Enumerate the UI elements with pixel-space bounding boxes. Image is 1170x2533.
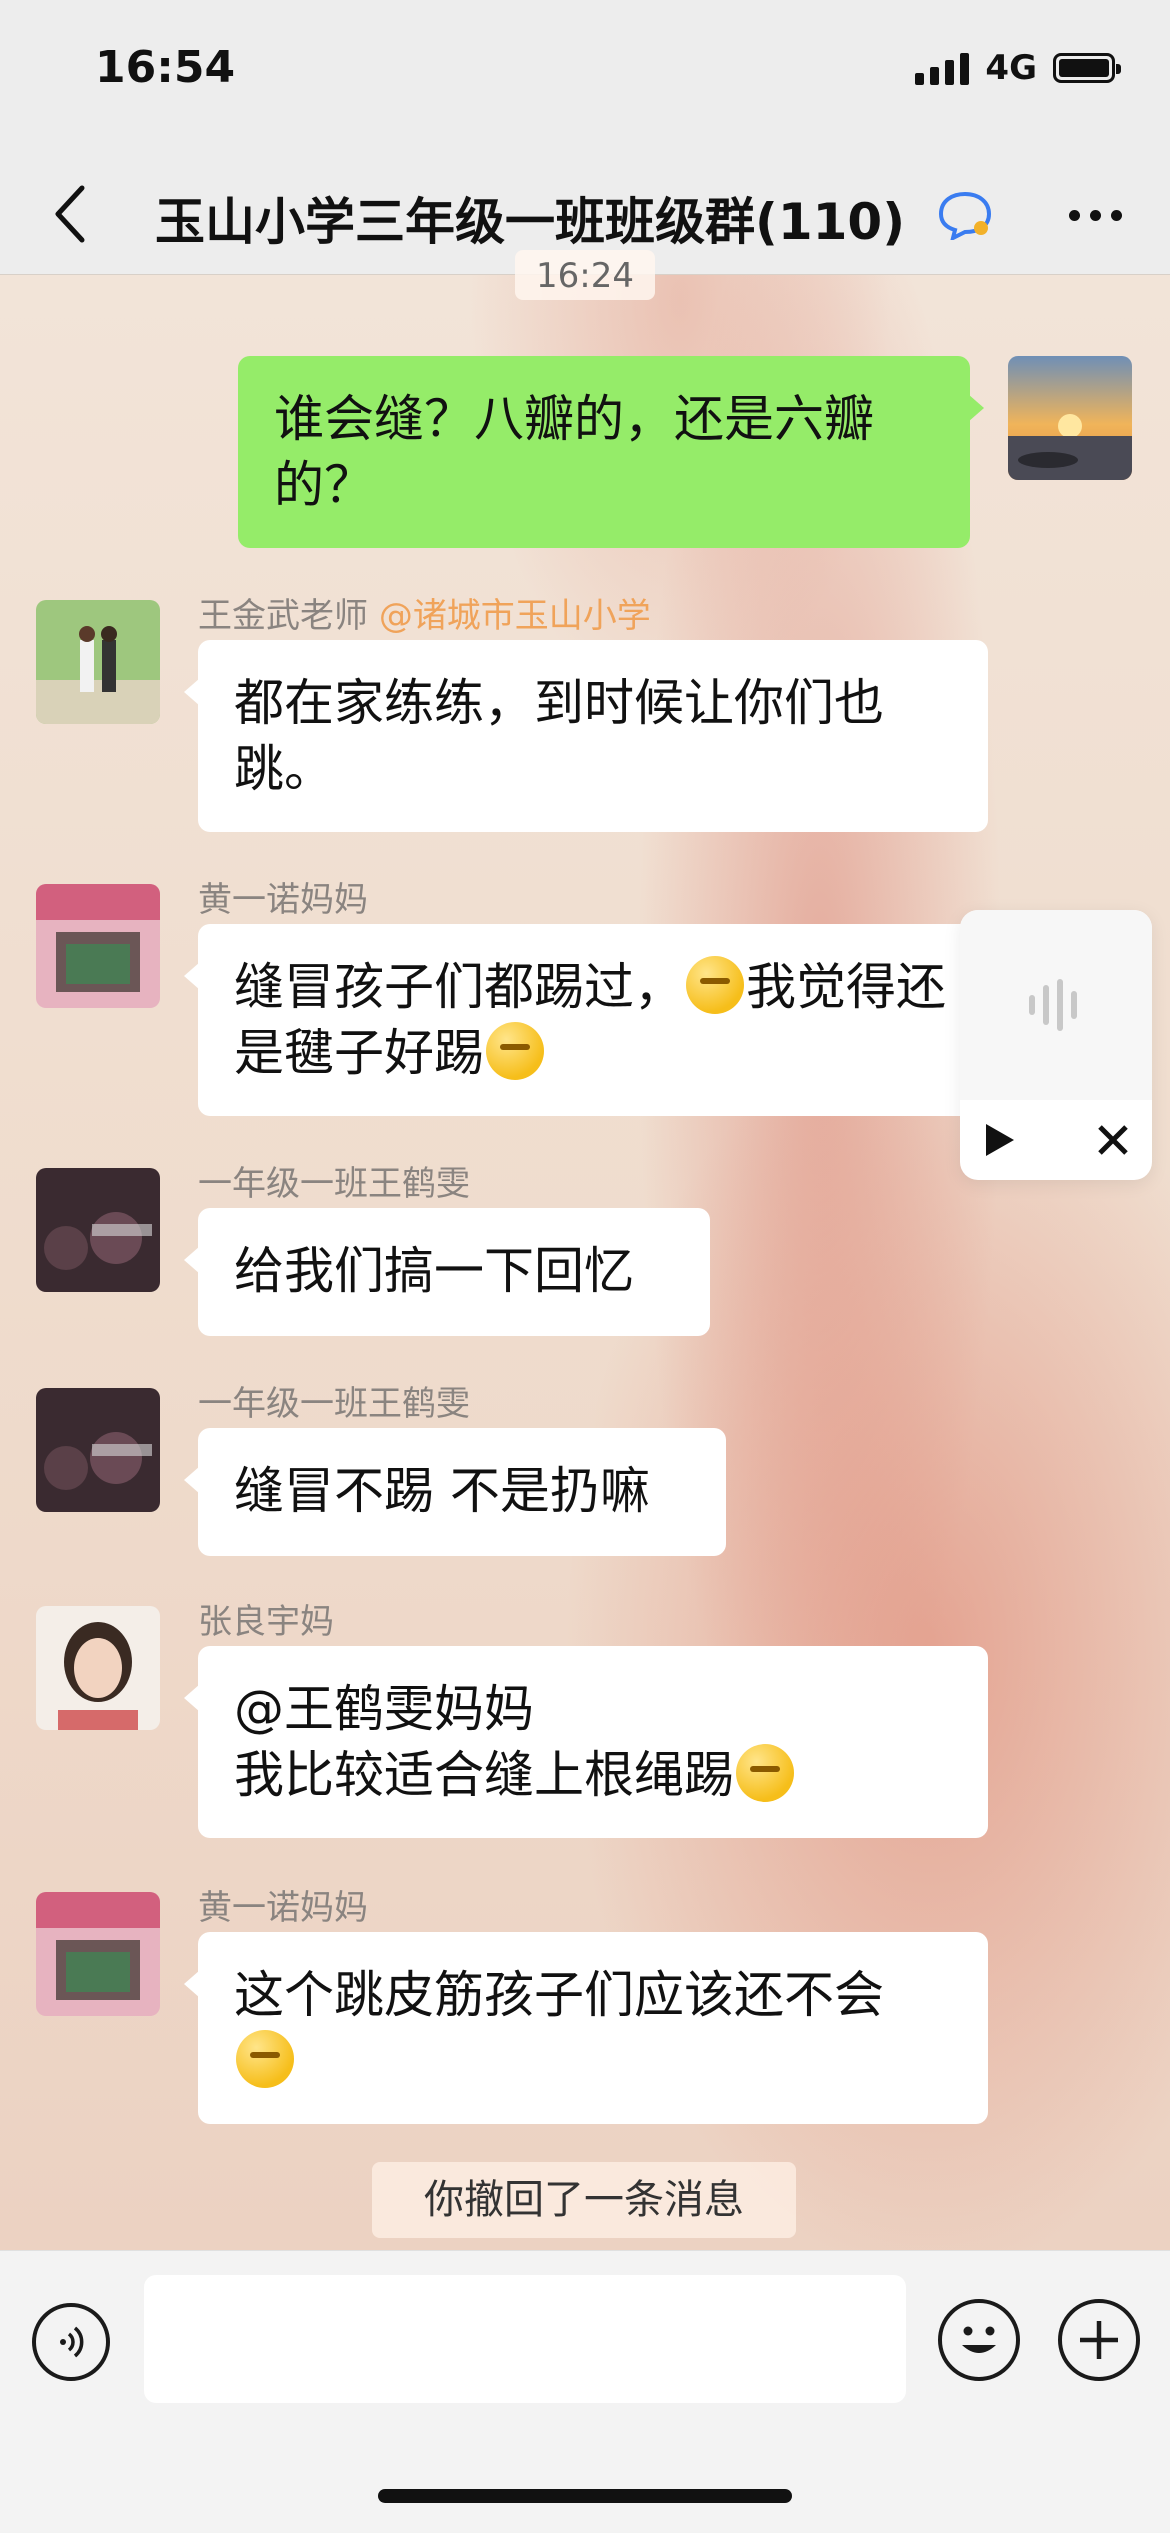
couple-avatar-image	[36, 600, 160, 724]
message-text: 缝冒不踢 不是扔嘛	[234, 1462, 650, 1520]
chat-assistant-icon[interactable]	[935, 190, 995, 240]
message-text: 缝冒孩子们都踢过，	[234, 958, 684, 1016]
plus-button[interactable]	[1058, 2299, 1140, 2381]
sender-name: 黄一诺妈妈	[198, 880, 368, 920]
status-bar: 16:54 4G	[0, 0, 1170, 150]
sender-name: 黄一诺妈妈	[198, 1888, 368, 1928]
sender-org-tag: @诸城市玉山小学	[378, 596, 651, 636]
message-text: 这个跳皮筋孩子们应该还不会	[234, 1966, 884, 2024]
emoji-face-icon	[962, 2326, 996, 2353]
shop-avatar-image	[36, 884, 160, 1008]
sender-avatar[interactable]	[36, 1606, 160, 1730]
thinking-emoji-icon	[486, 1022, 544, 1080]
network-label: 4G	[985, 48, 1037, 88]
message-bubble[interactable]: 都在家练练，到时候让你们也跳。	[184, 640, 988, 832]
crying-laughing-emoji-icon	[736, 1744, 794, 1802]
mention-text: @王鹤雯妈妈	[234, 1680, 534, 1738]
woman-avatar-image	[36, 1606, 160, 1730]
status-time: 16:54	[95, 42, 236, 93]
shop-avatar-image	[36, 1892, 160, 2016]
thinking-emoji-icon	[236, 2030, 294, 2088]
message-text: 都在家练练，到时候让你们也跳。	[234, 674, 884, 798]
voice-icon	[60, 2326, 84, 2358]
thinking-emoji-icon	[686, 956, 744, 1014]
back-button[interactable]	[40, 174, 100, 254]
sender-label: 王金武老师	[198, 596, 368, 636]
waveform-icon	[1029, 979, 1077, 1031]
sender-avatar[interactable]	[36, 600, 160, 724]
sender-name: 王金武老师 @诸城市玉山小学	[198, 588, 651, 637]
sender-name: 一年级一班王鹤雯	[198, 1164, 470, 1204]
dark-avatar-image	[36, 1168, 160, 1292]
battery-icon	[1053, 53, 1121, 83]
message-text: 我比较适合缝上根绳踢	[234, 1746, 734, 1804]
voice-button[interactable]	[32, 2303, 110, 2381]
chat-title: 玉山小学三年级一班班级群(110)	[155, 193, 906, 251]
message-input[interactable]	[144, 2275, 906, 2403]
message-bubble[interactable]: 缝冒不踢 不是扔嘛	[184, 1428, 726, 1556]
sender-avatar[interactable]	[36, 1892, 160, 2016]
sender-avatar[interactable]	[36, 884, 160, 1008]
timestamp-pill: 16:24	[515, 250, 655, 300]
message-bubble[interactable]: @王鹤雯妈妈 我比较适合缝上根绳踢	[184, 1646, 988, 1838]
floating-voice-window[interactable]	[960, 910, 1152, 1180]
close-icon[interactable]	[1096, 1123, 1130, 1157]
dark-avatar-image	[36, 1388, 160, 1512]
sender-avatar[interactable]	[36, 1168, 160, 1292]
signal-icon	[915, 51, 970, 85]
status-indicators: 4G	[915, 48, 1121, 88]
voice-waveform-area	[960, 910, 1152, 1100]
play-icon[interactable]	[982, 1122, 1016, 1158]
recall-notice: 你撤回了一条消息	[372, 2162, 796, 2238]
input-bar	[0, 2250, 1170, 2533]
message-text: 谁会缝？八瓣的，还是六瓣的？	[274, 390, 874, 514]
my-avatar[interactable]	[1008, 356, 1132, 480]
more-dots-icon	[1068, 209, 1080, 221]
emoji-button[interactable]	[938, 2299, 1020, 2381]
chevron-left-icon	[55, 185, 85, 243]
message-text: 给我们搞一下回忆	[234, 1242, 634, 1300]
sender-avatar[interactable]	[36, 1388, 160, 1512]
more-button[interactable]	[1060, 180, 1130, 250]
plus-icon	[1080, 2321, 1118, 2359]
message-bubble[interactable]: 缝冒孩子们都踢过， 我觉得还是毽子好踢	[184, 924, 988, 1116]
message-bubble[interactable]: 给我们搞一下回忆	[184, 1208, 710, 1336]
home-indicator	[378, 2489, 792, 2503]
sender-name: 张良宇妈	[198, 1602, 334, 1642]
message-bubble-mine[interactable]: 谁会缝？八瓣的，还是六瓣的？	[238, 356, 984, 548]
sunset-avatar-image	[1008, 356, 1132, 480]
message-bubble[interactable]: 这个跳皮筋孩子们应该还不会	[184, 1932, 988, 2124]
sender-name: 一年级一班王鹤雯	[198, 1384, 470, 1424]
timestamp-text: 16:24	[536, 256, 634, 296]
